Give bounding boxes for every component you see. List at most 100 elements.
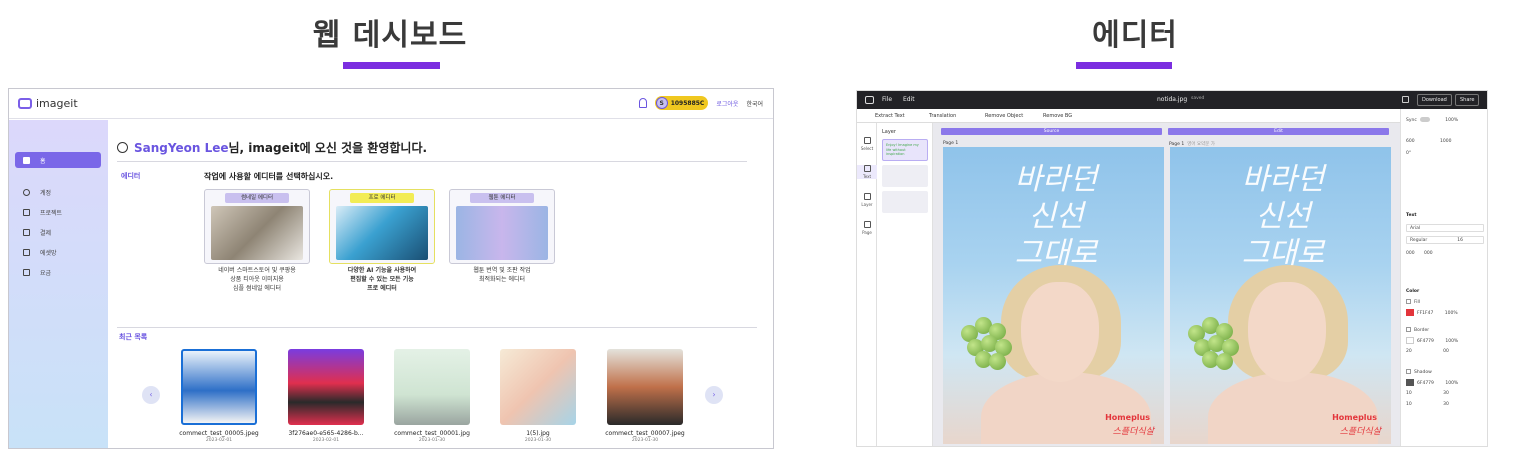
tool-page[interactable]: Page	[857, 221, 877, 235]
sidebar-item-pricing[interactable]: 요금	[15, 264, 101, 280]
height-value[interactable]: 1000	[1440, 139, 1451, 144]
card-desc-line: 심플 썸네일 에디터	[233, 285, 281, 292]
user-icon	[23, 188, 30, 196]
menu-file[interactable]: File	[882, 96, 892, 103]
border-width[interactable]: 20	[1406, 349, 1412, 354]
canvas-area: Source Edit Page 1 Page 1 영어 요약문 가 바라던 신선…	[933, 123, 1400, 446]
sidebar-item-label: 프로젝트	[40, 209, 63, 217]
layer-item[interactable]	[882, 165, 928, 187]
recent-item-date: 2023-02-01	[312, 438, 340, 443]
recent-thumbnail[interactable]	[607, 349, 683, 425]
recent-thumbnail[interactable]	[181, 349, 257, 425]
tool-remove-bg[interactable]: Remove BG	[1043, 113, 1072, 119]
sidebar-item-project[interactable]: 프로젝트	[15, 204, 101, 220]
page-label-text: Page 1	[943, 141, 959, 146]
tool-extract-text[interactable]: Extract Text	[875, 113, 905, 119]
edit-poster[interactable]: 바라던 신선 그대로 Homeplus 스플더식살	[1170, 147, 1391, 444]
rotation-row: 0°	[1406, 151, 1411, 156]
download-button[interactable]: Download	[1417, 94, 1452, 106]
card-desc-line: 다양한 AI 기능을 사용하여	[347, 267, 417, 274]
layer-item[interactable]	[882, 191, 928, 213]
border-checkbox[interactable]	[1406, 327, 1411, 332]
sync-row: Sync 100%	[1406, 117, 1458, 123]
border-radius-value[interactable]: 00	[1443, 349, 1449, 354]
shadow-y[interactable]: 10	[1406, 402, 1412, 407]
text-icon	[863, 165, 871, 172]
sidebar-item-payment[interactable]: 결제	[15, 224, 101, 240]
recent-item-date: 2023-01-30	[631, 438, 659, 443]
recent-thumbnail[interactable]	[394, 349, 470, 425]
sync-toggle[interactable]	[1419, 117, 1430, 122]
layer-item-text: Enjoy! Imagine my life without inspirati…	[886, 143, 919, 156]
border-swatch[interactable]	[1406, 337, 1414, 344]
editor-card-thumbnail[interactable]: 썸네일 에디터	[204, 189, 310, 264]
zoom-value[interactable]: 100%	[1445, 118, 1458, 123]
card-tag: 썸네일 에디터	[225, 193, 289, 203]
tool-text[interactable]: Text	[857, 165, 877, 179]
bell-icon[interactable]	[638, 98, 647, 108]
tool-translation[interactable]: Translation	[929, 113, 956, 119]
layer-item[interactable]: Enjoy! Imagine my life without inspirati…	[882, 139, 928, 161]
tool-label: Text	[862, 174, 872, 179]
tool-layer[interactable]: Layer	[857, 193, 877, 207]
rotation-value[interactable]: 0°	[1406, 151, 1411, 156]
border-opacity[interactable]: 100%	[1445, 339, 1458, 344]
shadow-row: Shadow	[1406, 369, 1432, 375]
border-size-row: 20 00	[1406, 349, 1449, 354]
sidebar-item-assets[interactable]: 에셋망	[15, 244, 101, 260]
spacing-a[interactable]: 000	[1406, 251, 1415, 256]
card-desc-line: 최적화되는 에디터	[478, 276, 526, 283]
page-icon	[863, 221, 871, 228]
comment-icon[interactable]	[1402, 96, 1409, 103]
editor-card-webtoon[interactable]: 웹툰 에디터	[449, 189, 555, 264]
saved-status: saved	[1191, 96, 1205, 101]
language-select[interactable]: 한국어	[746, 99, 763, 108]
recent-section-label: 최근 목록	[119, 333, 148, 341]
dashboard-screenshot: imageit S 1095885C 로그아웃 한국어 홈 계정 프로젝트 결제	[8, 88, 774, 449]
logo[interactable]: imageit	[18, 97, 78, 110]
editor-card-pro[interactable]: 프로 에디터	[329, 189, 435, 264]
grapes-image	[961, 315, 1021, 370]
shadow-spread-row: 10 30	[1406, 402, 1449, 407]
sidebar-item-label: 요금	[40, 269, 52, 277]
shadow-blur[interactable]: 30	[1443, 391, 1449, 396]
font-weight-select[interactable]: Regular 16	[1406, 236, 1484, 244]
shadow-checkbox[interactable]	[1406, 369, 1411, 374]
width-value[interactable]: 600	[1406, 139, 1415, 144]
recent-thumbnail[interactable]	[288, 349, 364, 425]
spacing-b[interactable]: 000	[1424, 251, 1433, 256]
shadow-spread[interactable]: 30	[1443, 402, 1449, 407]
credit-badge[interactable]: S 1095885C	[654, 96, 709, 110]
sidebar-item-label: 에셋망	[40, 249, 57, 257]
card-tag: 웹툰 에디터	[470, 193, 534, 203]
font-family-select[interactable]: Arial	[1406, 224, 1484, 232]
fill-hex[interactable]: FF1F47	[1417, 311, 1433, 316]
tool-label: Page	[862, 230, 872, 235]
logo-icon[interactable]	[865, 96, 874, 104]
fill-swatch[interactable]	[1406, 309, 1414, 316]
share-button[interactable]: Share	[1455, 94, 1480, 106]
tool-select[interactable]: Select	[857, 137, 877, 151]
recent-thumbnail[interactable]	[500, 349, 576, 425]
logout-link[interactable]: 로그아웃	[716, 99, 738, 108]
border-hex[interactable]: 6F4779	[1417, 339, 1434, 344]
source-pane-bar: Source	[941, 128, 1162, 135]
next-button[interactable]: ›	[705, 386, 723, 404]
shadow-x[interactable]: 10	[1406, 391, 1412, 396]
tool-remove-object[interactable]: Remove Object	[985, 113, 1023, 119]
sidebar-item-home[interactable]: 홈	[15, 152, 101, 168]
fill-checkbox[interactable]	[1406, 299, 1411, 304]
prev-button[interactable]: ‹	[142, 386, 160, 404]
shadow-opacity[interactable]: 100%	[1445, 381, 1458, 386]
recent-item-name: commect_test_00005.jpeg	[179, 430, 259, 437]
recent-item-name: commect_test_00007.jpeg	[605, 430, 685, 437]
menu-edit[interactable]: Edit	[903, 96, 915, 103]
source-poster[interactable]: 바라던 신선 그대로 Homeplus 스플더식살	[943, 147, 1164, 444]
card-description: 다양한 AI 기능을 사용하여 편집할 수 있는 모든 기능 프로 에디터	[329, 266, 435, 293]
shadow-hex[interactable]: 6F4779	[1417, 381, 1434, 386]
brand-slogan: 스플더식살	[1339, 427, 1381, 437]
avatar: S	[655, 97, 668, 109]
sidebar-item-account[interactable]: 계정	[15, 184, 101, 200]
shadow-swatch[interactable]	[1406, 379, 1414, 386]
fill-opacity[interactable]: 100%	[1445, 311, 1458, 316]
